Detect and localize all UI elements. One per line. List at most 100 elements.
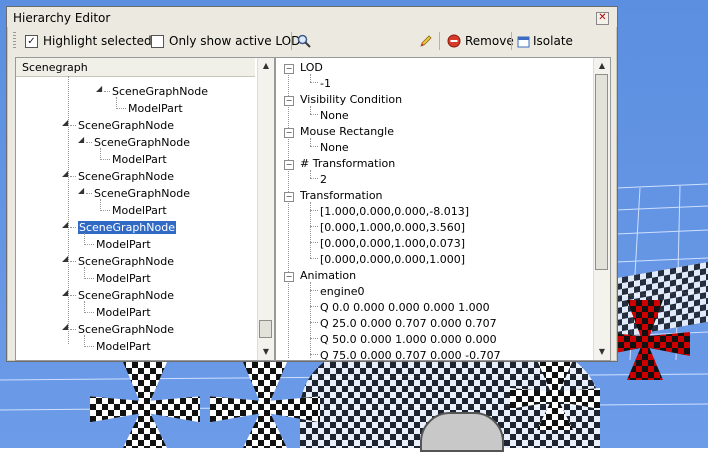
prop-visibility-label[interactable]: Visibility Condition — [300, 93, 402, 106]
scroll-down-icon[interactable]: ▼ — [594, 344, 610, 360]
tree-connector — [116, 108, 126, 109]
cockpit-window — [420, 412, 504, 452]
highlight-selected-label: Highlight selected — [43, 34, 152, 48]
search-icon[interactable] — [297, 34, 311, 48]
collapse-triangle-icon[interactable]: ◢ — [62, 169, 68, 178]
scroll-up-icon[interactable]: ▲ — [594, 58, 610, 74]
edit-pencil-icon[interactable] — [419, 34, 433, 48]
tree-item[interactable]: SceneGraphNode — [94, 136, 190, 149]
animation-row[interactable]: Q 50.0 0.000 1.000 0.000 0.000 — [320, 333, 497, 346]
tree-scroll-thumb[interactable] — [259, 320, 272, 338]
collapse-triangle-icon[interactable]: ◢ — [62, 118, 68, 127]
tree-connector — [310, 354, 318, 355]
tree-connector — [104, 91, 110, 92]
tree-connector — [310, 322, 318, 323]
tree-column-header[interactable]: Scenegraph — [16, 58, 255, 77]
prop-mouse-rect-label[interactable]: Mouse Rectangle — [300, 125, 394, 138]
hierarchy-editor-window[interactable]: Hierarchy Editor ✕ ✓ Highlight selected … — [6, 6, 618, 362]
scenegraph-tree[interactable]: Scenegraph ▲ ▼ ◢ SceneGraphNode ModelPar… — [15, 57, 275, 361]
tree-item-selected[interactable]: SceneGraphNode — [78, 221, 176, 234]
collapse-minus-icon[interactable]: − — [284, 64, 294, 74]
prop-animation-label[interactable]: Animation — [300, 269, 356, 282]
animation-row[interactable]: Q 0.0 0.000 0.000 0.000 1.000 — [320, 301, 490, 314]
tree-item[interactable]: SceneGraphNode — [78, 119, 174, 132]
tree-connector — [310, 306, 318, 307]
animation-row[interactable]: Q 25.0 0.000 0.707 0.000 0.707 — [320, 317, 497, 330]
collapse-triangle-icon[interactable]: ◢ — [62, 254, 68, 263]
tree-connector — [310, 170, 311, 178]
toolbar: ✓ Highlight selected Only show active LO… — [11, 29, 611, 53]
isolate-button[interactable]: Isolate — [515, 31, 575, 51]
tree-item[interactable]: SceneGraphNode — [78, 170, 174, 183]
tree-connector — [86, 193, 92, 194]
tree-connector — [100, 159, 110, 160]
animation-row[interactable]: engine0 — [320, 285, 365, 298]
collapse-triangle-icon[interactable]: ◢ — [62, 220, 68, 229]
properties-scroll-thumb[interactable] — [595, 74, 608, 270]
tree-connector — [84, 346, 94, 347]
tree-connector — [84, 244, 94, 245]
tree-item[interactable]: ModelPart — [96, 340, 151, 353]
collapse-triangle-icon[interactable]: ◢ — [62, 322, 68, 331]
tree-connector — [310, 258, 318, 259]
collapse-triangle-icon[interactable]: ◢ — [78, 135, 84, 144]
tree-connector — [70, 329, 76, 330]
tree-connector — [310, 282, 311, 358]
toolbar-grip[interactable] — [13, 32, 16, 50]
selected-node-label: SceneGraphNode — [78, 221, 176, 234]
animation-row[interactable]: Q 75.0 0.000 0.707 0.000 -0.707 — [320, 349, 501, 360]
prop-lod-value[interactable]: -1 — [320, 77, 331, 90]
tree-item[interactable]: SceneGraphNode — [78, 255, 174, 268]
scroll-down-icon[interactable]: ▼ — [258, 344, 274, 360]
collapse-minus-icon[interactable]: − — [284, 192, 294, 202]
prop-lod-label[interactable]: LOD — [300, 61, 323, 74]
prop-num-transformation-value[interactable]: 2 — [320, 173, 327, 186]
tree-connector — [84, 312, 94, 313]
tree-connector — [310, 290, 318, 291]
prop-mouse-rect-value[interactable]: None — [320, 141, 349, 154]
tree-item[interactable]: ModelPart — [96, 272, 151, 285]
collapse-triangle-icon[interactable]: ◢ — [78, 186, 84, 195]
tree-connector — [310, 210, 318, 211]
matrix-row[interactable]: [0.000,0.000,0.000,1.000] — [320, 253, 465, 266]
tree-item[interactable]: SceneGraphNode — [78, 289, 174, 302]
tree-connector — [70, 176, 76, 177]
remove-label: Remove — [465, 34, 514, 48]
collapse-minus-icon[interactable]: − — [284, 96, 294, 106]
collapse-triangle-icon[interactable]: ◢ — [62, 288, 68, 297]
properties-scrollbar[interactable]: ▲ ▼ — [593, 58, 610, 360]
highlight-selected-checkbox[interactable]: ✓ — [25, 35, 38, 48]
prop-visibility-value[interactable]: None — [320, 109, 349, 122]
tree-connector — [100, 148, 101, 158]
tree-item[interactable]: ModelPart — [112, 204, 167, 217]
matrix-row[interactable]: [0.000,0.000,1.000,0.073] — [320, 237, 465, 250]
tree-item[interactable]: ModelPart — [96, 238, 151, 251]
tree-connector — [84, 278, 94, 279]
remove-button[interactable]: Remove — [445, 31, 514, 51]
isolate-window-icon — [517, 36, 530, 48]
tree-item[interactable]: ModelPart — [96, 306, 151, 319]
collapse-minus-icon[interactable]: − — [284, 128, 294, 138]
tree-item[interactable]: SceneGraphNode — [112, 85, 208, 98]
matrix-row[interactable]: [1.000,0.000,0.000,-8.013] — [320, 205, 469, 218]
tree-item[interactable]: ModelPart — [128, 102, 183, 115]
close-icon[interactable]: ✕ — [596, 12, 609, 25]
collapse-minus-icon[interactable]: − — [284, 272, 294, 282]
tree-item[interactable]: SceneGraphNode — [78, 323, 174, 336]
collapse-minus-icon[interactable]: − — [284, 160, 294, 170]
prop-num-transformation-label[interactable]: # Transformation — [300, 157, 395, 170]
matrix-row[interactable]: [0.000,1.000,0.000,3.560] — [320, 221, 465, 234]
tree-guide-line — [288, 68, 289, 358]
tree-item[interactable]: ModelPart — [112, 153, 167, 166]
tree-scrollbar[interactable]: ▲ ▼ — [257, 58, 274, 360]
tree-item[interactable]: SceneGraphNode — [94, 187, 190, 200]
title-bar[interactable]: Hierarchy Editor ✕ — [7, 7, 617, 27]
only-active-lod-checkbox[interactable] — [151, 35, 164, 48]
collapse-triangle-icon[interactable]: ◢ — [96, 84, 102, 93]
remove-icon — [447, 34, 461, 48]
scroll-up-icon[interactable]: ▲ — [258, 58, 274, 74]
tree-connector — [310, 138, 311, 146]
properties-tree[interactable]: ▲ ▼ − LOD -1 − Visibility Condition None… — [275, 57, 611, 361]
prop-transformation-label[interactable]: Transformation — [300, 189, 383, 202]
tree-connector — [100, 210, 110, 211]
